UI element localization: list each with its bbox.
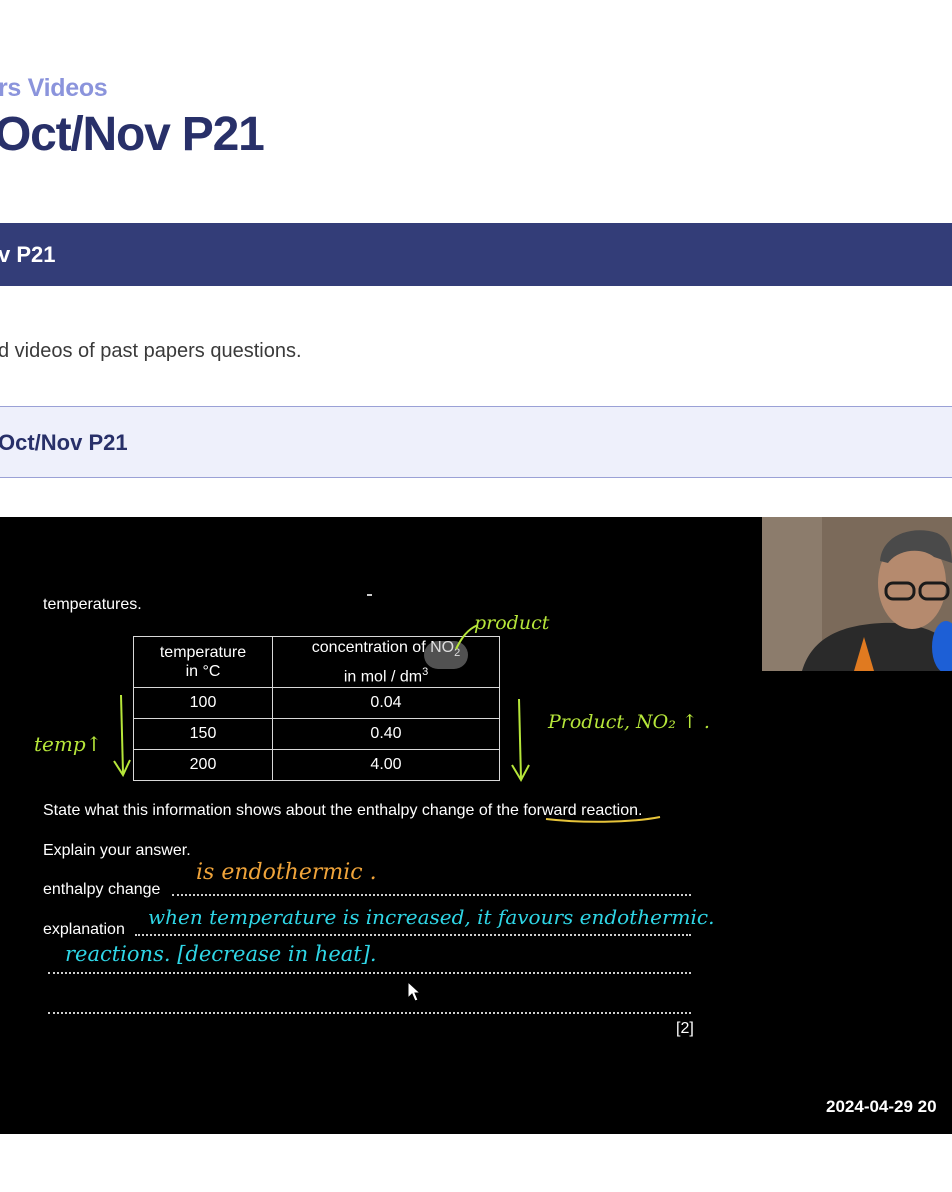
enthalpy-change-label: enthalpy change <box>43 881 161 898</box>
video-timestamp: 2024-04-29 20 <box>826 1097 937 1116</box>
answer-line <box>48 1012 691 1014</box>
video-accordion-header[interactable] <box>0 406 952 478</box>
breadcrumb[interactable]: rs Videos <box>0 74 108 103</box>
cursor-icon <box>407 981 422 1002</box>
section-banner-title: v P21 <box>0 242 56 267</box>
question-prompt-end: . <box>638 802 643 819</box>
marks-label: [2] <box>676 1020 694 1037</box>
explanation-label: explanation <box>43 921 125 938</box>
presenter-icon <box>762 517 952 671</box>
product-no2-annotation: Product, NO₂ ↑ . <box>548 711 710 733</box>
question-prompt-emphasis: forward reaction <box>523 802 639 819</box>
presenter-webcam <box>762 517 952 671</box>
answer-line <box>172 894 691 896</box>
answer-line <box>48 972 691 974</box>
intro-text: d videos of past papers questions. <box>0 340 302 362</box>
question-prompt-text: State what this information shows about … <box>43 802 524 819</box>
temp-arrow-shaft <box>120 694 124 774</box>
section-banner <box>0 223 952 286</box>
video-accordion-label[interactable]: Oct/Nov P21 <box>0 430 128 456</box>
product-arrow-shaft <box>518 698 522 780</box>
temp-up-annotation: temp↑ <box>34 732 103 756</box>
video-player[interactable]: temperatures. temperature in °C concentr… <box>0 517 952 1134</box>
page-title: Oct/Nov P21 <box>0 108 265 161</box>
explanation-annotation-line1: when temperature is increased, it favour… <box>148 905 715 929</box>
question-prompt: State what this information shows about … <box>43 802 642 820</box>
answer-line <box>135 934 691 936</box>
product-annotation: product <box>474 612 550 634</box>
endothermic-annotation: is endothermic . <box>196 860 377 885</box>
explain-instruction: Explain your answer. <box>43 842 191 859</box>
explanation-annotation-line2: reactions. [decrease in heat]. <box>65 942 377 966</box>
